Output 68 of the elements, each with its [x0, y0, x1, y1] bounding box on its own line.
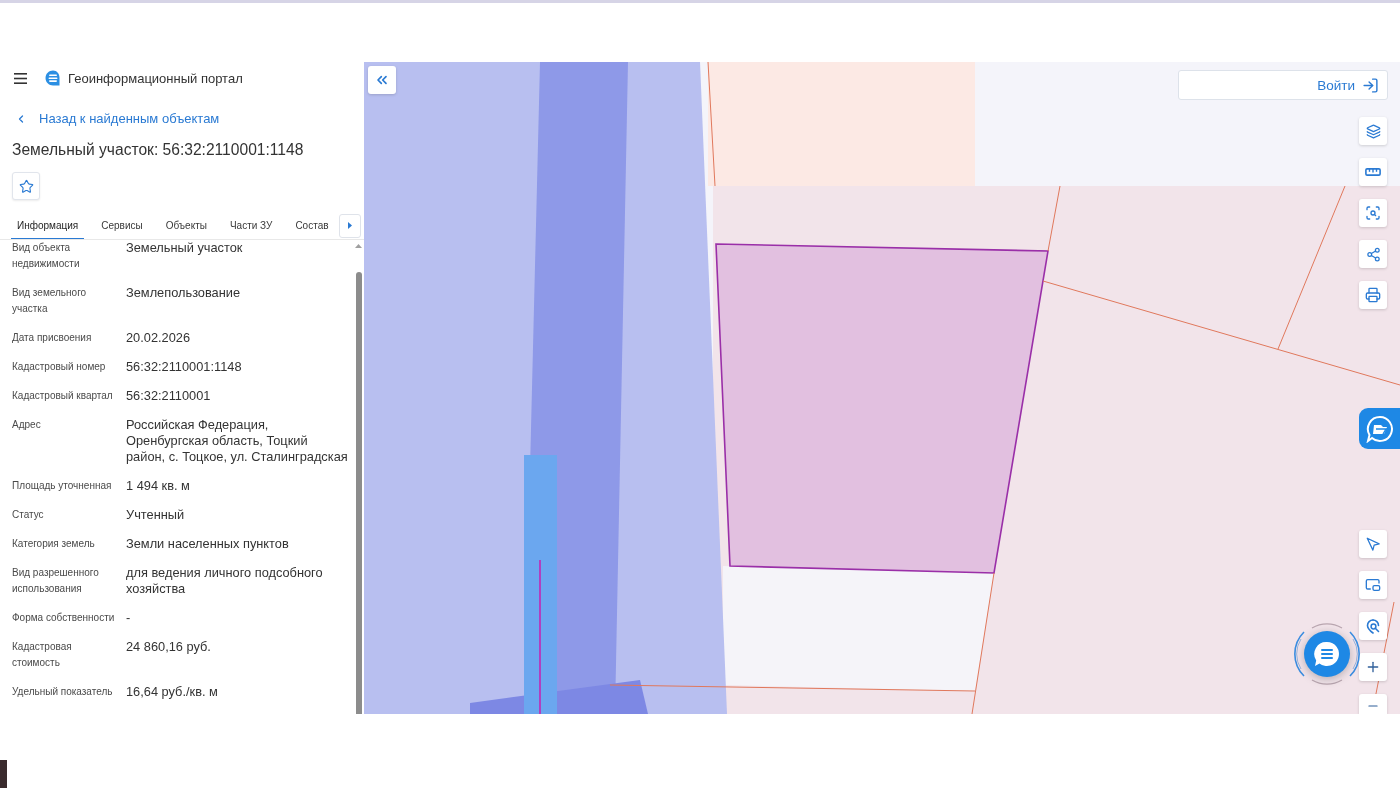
field-value: Учтенный [126, 507, 186, 523]
field-label: Кадастровый квартал [12, 389, 114, 403]
plus-icon [1365, 659, 1381, 675]
chat-bubble-icon [1314, 641, 1340, 667]
field-value: 20.02.2026 [126, 330, 192, 346]
picture-in-picture-button[interactable] [1359, 571, 1387, 599]
object-title: Земельный участок: 56:32:2110001:1148 [12, 140, 304, 160]
ruler-button[interactable] [1359, 158, 1387, 186]
tab[interactable]: Объекты [159, 212, 213, 239]
field-label: Кадастровый номер [12, 360, 107, 374]
field-value: 16,64 руб./кв. м [126, 684, 219, 700]
more-tabs-button[interactable] [339, 213, 361, 238]
zoom-out-button[interactable] [1359, 694, 1387, 714]
field-value: Земли населенных пунктов [126, 536, 290, 552]
field-value: 56:32:2110001 [126, 388, 212, 404]
tab[interactable]: Части ЗУ [223, 212, 279, 239]
field-label: Вид разрешенного использования [12, 566, 100, 596]
tab[interactable]: Состав [289, 212, 335, 239]
navigation-arrow-icon [1365, 536, 1381, 552]
field-value: для ведения личного подсобного хозяйства [126, 565, 324, 597]
field-label: Дата присвоения [12, 331, 93, 345]
area-search-button[interactable] [1359, 199, 1387, 227]
share-button[interactable] [1359, 240, 1387, 268]
share-icon [1365, 246, 1381, 262]
layers-icon [1365, 123, 1381, 139]
field-label: Форма собственности [12, 611, 116, 625]
star-icon [18, 178, 34, 194]
field-label: Вид земельного участка [12, 286, 88, 316]
scrollbar-thumb[interactable] [355, 272, 362, 714]
login-button[interactable]: Войти [1178, 70, 1388, 100]
zoom-in-button[interactable] [1359, 653, 1387, 681]
caret-right-icon [348, 222, 352, 229]
field-value: Земельный участок [126, 240, 244, 257]
favorite-button[interactable] [12, 172, 40, 200]
portal-title: Геоинформационный портал [68, 70, 243, 86]
side-panel-tab[interactable] [1359, 408, 1400, 449]
login-icon [1362, 76, 1379, 94]
back-link[interactable]: Назад к найденным объектам [15, 110, 220, 128]
tab[interactable]: Информация [11, 212, 85, 239]
field-label: Кадастровая стоимость [12, 640, 73, 670]
field-value: Российская Федерация, Оренбургская область, Тоцкий район, с. Тоцкое, ул. Сталинградская [126, 417, 349, 465]
field-value: - [126, 610, 132, 626]
pin-search-button[interactable] [1359, 612, 1387, 640]
field-value: 56:32:2110001:1148 [126, 359, 243, 375]
field-label: Удельный показатель [12, 685, 114, 699]
dark-edge-block [0, 760, 7, 788]
menu-icon[interactable] [14, 72, 27, 84]
navigation-button[interactable] [1359, 530, 1387, 558]
speech-bubble-icon [1365, 414, 1394, 443]
scroll-up-arrow-icon[interactable] [355, 244, 362, 248]
tab[interactable]: Сервисы [95, 212, 149, 239]
picture-in-picture-icon [1365, 577, 1381, 593]
layers-button[interactable] [1359, 117, 1387, 145]
collapse-panel-button[interactable] [368, 66, 396, 94]
pin-search-icon [1366, 618, 1380, 634]
scan-search-icon [1365, 205, 1381, 221]
field-label: Вид объекта недвижимости [12, 241, 81, 271]
field-value: 24 860,16 руб. [126, 639, 212, 656]
printer-icon [1365, 287, 1381, 303]
ruler-icon [1365, 168, 1381, 176]
field-label: Адрес [12, 418, 42, 432]
logo-icon [45, 70, 60, 86]
print-button[interactable] [1359, 281, 1387, 309]
field-value: Землепользование [126, 285, 242, 302]
field-label: Статус [12, 508, 45, 522]
field-label: Площадь уточненная [12, 479, 113, 493]
field-label: Категория земель [12, 537, 96, 551]
field-value: 1 494 кв. м [126, 478, 191, 494]
